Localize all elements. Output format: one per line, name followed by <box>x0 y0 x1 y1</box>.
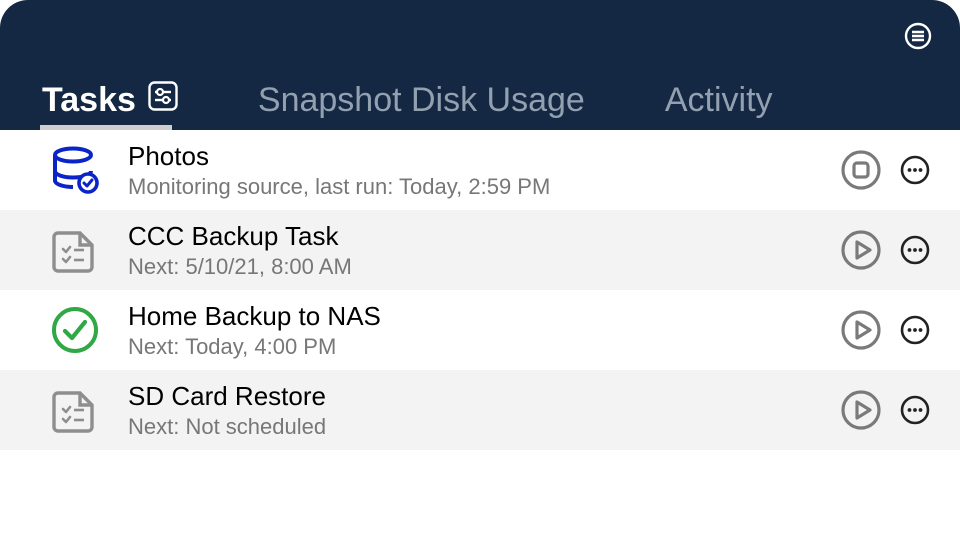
task-text: Photos Monitoring source, last run: Toda… <box>128 141 840 200</box>
task-subtitle: Monitoring source, last run: Today, 2:59… <box>128 174 840 200</box>
play-button[interactable] <box>840 389 882 431</box>
tab-label: Tasks <box>42 81 136 120</box>
tab-label: Snapshot Disk Usage <box>258 81 585 120</box>
checklist-icon <box>50 385 100 435</box>
play-button[interactable] <box>840 309 882 351</box>
more-icon[interactable] <box>900 155 930 185</box>
task-title: Photos <box>128 141 840 172</box>
tab-bar: Tasks Snapshot Disk Usage Activity <box>42 81 773 120</box>
checkmark-icon <box>50 305 100 355</box>
task-text: CCC Backup Task Next: 5/10/21, 8:00 AM <box>128 221 840 280</box>
tab-snapshot-disk-usage[interactable]: Snapshot Disk Usage <box>258 81 585 120</box>
task-subtitle: Next: Not scheduled <box>128 414 840 440</box>
database-active-icon <box>50 145 100 195</box>
task-actions <box>840 229 930 271</box>
task-title: SD Card Restore <box>128 381 840 412</box>
header-bar: Tasks Snapshot Disk Usage Activity <box>0 0 960 130</box>
task-list: Photos Monitoring source, last run: Toda… <box>0 130 960 450</box>
tab-activity[interactable]: Activity <box>665 81 773 120</box>
more-icon[interactable] <box>900 235 930 265</box>
menu-icon[interactable] <box>904 22 932 50</box>
active-tab-underline <box>40 125 172 130</box>
sliders-icon <box>148 81 178 120</box>
task-title: Home Backup to NAS <box>128 301 840 332</box>
task-row[interactable]: Home Backup to NAS Next: Today, 4:00 PM <box>0 290 960 370</box>
tab-label: Activity <box>665 81 773 120</box>
task-row[interactable]: CCC Backup Task Next: 5/10/21, 8:00 AM <box>0 210 960 290</box>
task-actions <box>840 389 930 431</box>
task-actions <box>840 309 930 351</box>
task-row[interactable]: SD Card Restore Next: Not scheduled <box>0 370 960 450</box>
task-row[interactable]: Photos Monitoring source, last run: Toda… <box>0 130 960 210</box>
task-actions <box>840 149 930 191</box>
task-text: SD Card Restore Next: Not scheduled <box>128 381 840 440</box>
play-button[interactable] <box>840 229 882 271</box>
tab-tasks[interactable]: Tasks <box>42 81 178 120</box>
task-subtitle: Next: Today, 4:00 PM <box>128 334 840 360</box>
task-subtitle: Next: 5/10/21, 8:00 AM <box>128 254 840 280</box>
more-icon[interactable] <box>900 395 930 425</box>
task-text: Home Backup to NAS Next: Today, 4:00 PM <box>128 301 840 360</box>
app-window: Tasks Snapshot Disk Usage Activity <box>0 0 960 540</box>
checklist-icon <box>50 225 100 275</box>
more-icon[interactable] <box>900 315 930 345</box>
task-title: CCC Backup Task <box>128 221 840 252</box>
stop-button[interactable] <box>840 149 882 191</box>
